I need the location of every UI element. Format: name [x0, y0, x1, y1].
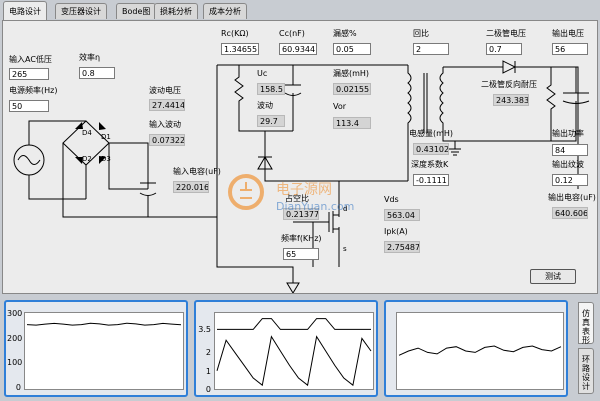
tab-bar: 电路设计 变压器设计 Bode图 损耗分析 成本分析: [0, 0, 600, 21]
vor-label: Vor: [333, 102, 347, 111]
depth-label: 深度系数K: [411, 160, 449, 169]
circuit-panel: D4 D1 D2 D3 d s 输入AC低压 265 电源频率(Hz) 50 效…: [2, 20, 598, 294]
g1-ytick-0: 300: [7, 309, 23, 318]
pout-input[interactable]: 84: [552, 144, 588, 156]
ipk-value: 2.75487: [384, 241, 420, 253]
leak-mh-label: 漏感(mH): [333, 69, 370, 78]
g2-ytick-1: 2: [205, 348, 211, 357]
mosfet-d-label: d: [343, 205, 347, 213]
g2-ytick-0: 3.5: [198, 325, 211, 334]
ripple-in-label: 输入波动: [149, 120, 181, 129]
out-ripple-input[interactable]: 0.12: [552, 174, 588, 186]
g1-ytick-1: 200: [7, 334, 23, 343]
g1-series-0-line: [26, 322, 182, 326]
freq-input[interactable]: 50: [9, 100, 49, 112]
g1-plot: [24, 312, 184, 390]
out-ripple-label: 输出纹波: [552, 160, 584, 169]
uc-value: 158.5: [257, 83, 285, 95]
vds-label: Vds: [384, 195, 399, 204]
fsw-input[interactable]: 65: [283, 248, 319, 260]
g2-ytick-2: 1: [205, 367, 211, 376]
diode-v-label: 二极管电压: [486, 29, 526, 38]
g1-ytick-3: 0: [15, 383, 21, 392]
diode-rev-label: 二极管反向耐压: [481, 80, 537, 89]
side-tab-loop-design[interactable]: 环路设计: [578, 348, 594, 394]
cin-label: 输入电容(uF): [173, 167, 221, 176]
vds-value: 563.04: [384, 209, 420, 221]
tab-transformer-design[interactable]: 变压器设计: [55, 3, 107, 19]
leak-mh-value: 0.02155: [333, 83, 371, 95]
vor-value: 113.4: [333, 117, 371, 129]
g2-ytick-3: 0: [205, 385, 211, 394]
cc-input[interactable]: 60.9344: [279, 43, 317, 55]
rc-label: Rc(KΩ): [221, 29, 249, 38]
diode-v-input[interactable]: 0.7: [486, 43, 522, 55]
ripple-label: 波动: [257, 101, 273, 110]
vout-input[interactable]: 56: [552, 43, 588, 55]
lm-label: 电感量(mH): [409, 129, 454, 138]
side-tab-simulation[interactable]: 仿真表形: [578, 302, 594, 345]
waveform-graph-2: 3.5 2 1 0: [194, 300, 378, 397]
waveform-graph-1: 300 200 100 0: [4, 300, 188, 397]
waveform-graph-3: [384, 300, 568, 397]
eff-label: 效率η: [79, 53, 101, 62]
mosfet-s-label: s: [343, 245, 347, 253]
g3-series-0-line: [398, 345, 562, 356]
diode-d4-label: D4: [82, 129, 92, 137]
vout-label: 输出电压: [552, 29, 584, 38]
ripple-v-label: 波动电压: [149, 86, 181, 95]
ac-min-input[interactable]: 265: [9, 68, 49, 80]
depth-input[interactable]: -0.1111: [413, 174, 449, 186]
freq-label: 电源频率(Hz): [9, 86, 58, 95]
g2-series-1-line: [216, 335, 372, 387]
g3-plot: [396, 312, 564, 390]
duty-label: 占空比: [285, 194, 309, 203]
turns-input[interactable]: 2: [413, 43, 449, 55]
ripple-value: 29.7: [257, 115, 285, 127]
tab-loss-analysis[interactable]: 损耗分析: [154, 3, 198, 19]
g2-plot: [214, 312, 374, 390]
cc-label: Cc(nF): [279, 29, 305, 38]
ripple-v-value: 27.4414: [149, 99, 185, 111]
ripple-in-value: 0.07322: [149, 134, 185, 146]
diode-d1-label: D1: [101, 133, 111, 141]
g1-ytick-2: 100: [7, 358, 23, 367]
fsw-label: 频率f(KHz): [281, 234, 322, 243]
diode-rev-value: 243.383: [493, 94, 529, 106]
turns-label: 回比: [413, 29, 429, 38]
diode-d3-label: D3: [101, 155, 111, 163]
tab-circuit-design[interactable]: 电路设计: [3, 1, 47, 21]
leak-pct-input[interactable]: 0.05: [333, 43, 371, 55]
ac-min-label: 输入AC低压: [9, 55, 52, 64]
tab-cost-analysis[interactable]: 成本分析: [203, 3, 247, 19]
cout-value: 640.606: [552, 207, 588, 219]
cin-value: 220.016: [173, 181, 209, 193]
tab-bode[interactable]: Bode图: [116, 3, 157, 19]
diode-d2-label: D2: [82, 155, 92, 163]
eff-input[interactable]: 0.8: [79, 67, 115, 79]
lm-value: 0.43102: [413, 143, 449, 155]
leak-pct-label: 漏感%: [333, 29, 357, 38]
duty-value: 0.21377: [283, 208, 319, 220]
pout-label: 输出功率: [552, 129, 584, 138]
g2-series-0-line: [217, 318, 371, 330]
test-button[interactable]: 测试: [530, 269, 576, 284]
uc-label: Uc: [257, 69, 268, 78]
rc-input[interactable]: 1.34655: [221, 43, 259, 55]
cout-label: 输出电容(uF): [548, 193, 596, 202]
ipk-label: Ipk(A): [384, 227, 408, 236]
